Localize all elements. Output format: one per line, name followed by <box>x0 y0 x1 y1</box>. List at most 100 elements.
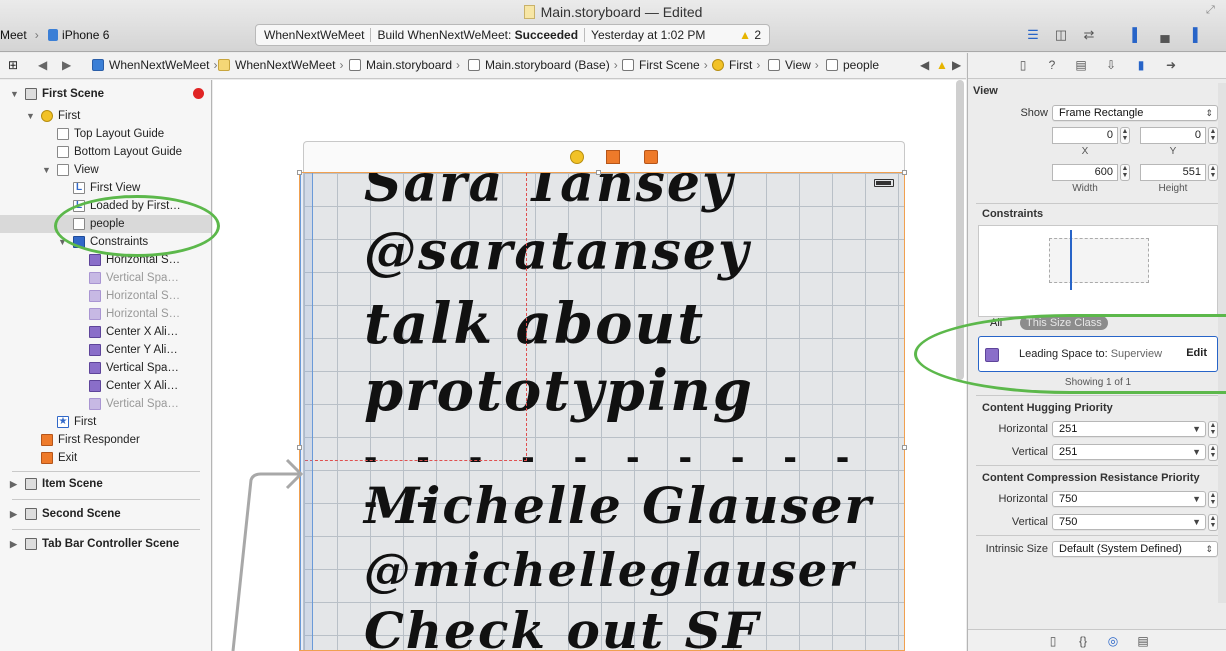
attributes-inspector-icon[interactable]: ⇩ <box>1104 58 1118 72</box>
compression-horizontal-stepper[interactable]: ▲ ▼ <box>1208 491 1218 508</box>
disclosure-closed-icon[interactable]: ▶ <box>10 475 17 493</box>
code-snippet-library-icon[interactable]: {} <box>1076 634 1090 648</box>
navigator-toggle-icon[interactable]: ▌ <box>1124 24 1150 46</box>
jumpbar-item-group[interactable]: WhenNextWeMeet › <box>218 58 347 72</box>
assistant-editor-icon[interactable]: ◫ <box>1048 24 1074 46</box>
edit-constraint-button[interactable]: Edit <box>1186 347 1207 359</box>
jumpbar-item-imageview[interactable]: people <box>826 58 879 72</box>
view-controller-icon[interactable] <box>570 150 584 164</box>
outline-row-constraint[interactable]: Vertical Spa… <box>0 395 211 413</box>
jumpbar-item-storyboard-base[interactable]: Main.storyboard (Base) › <box>468 58 622 72</box>
issue-warning-icon[interactable]: ▲ <box>936 58 948 72</box>
x-stepper[interactable]: ▲ ▼ <box>1120 127 1130 144</box>
view-controller-view[interactable]: Sara Tansey @saratansey talk about proto… <box>303 173 905 651</box>
jumpbar-item-controller[interactable]: First › <box>712 58 764 72</box>
debug-area-toggle-icon[interactable]: ▄ <box>1152 24 1178 46</box>
object-library-icon[interactable]: ◎ <box>1106 634 1120 648</box>
canvas-scrollbar[interactable] <box>956 80 964 380</box>
inspector-scrollbar[interactable] <box>1218 83 1226 603</box>
storyboard-canvas[interactable]: Sara Tansey @saratansey talk about proto… <box>213 80 966 651</box>
outline-row-constraint[interactable]: Center X Ali… <box>0 323 211 341</box>
filter-size-class-button[interactable]: This Size Class <box>1020 316 1108 330</box>
hugging-vertical-stepper[interactable]: ▲ ▼ <box>1208 444 1218 461</box>
outline-row-constraint[interactable]: Center Y Ali… <box>0 341 211 359</box>
y-field[interactable]: 0 <box>1140 127 1206 144</box>
error-badge-icon[interactable] <box>193 88 204 99</box>
related-items-icon[interactable]: ⊞ <box>8 58 18 72</box>
width-field[interactable]: 600 <box>1052 164 1118 181</box>
device-name[interactable]: iPhone 6 <box>62 28 109 42</box>
outline-row-exit[interactable]: Exit <box>0 449 211 467</box>
outline-row-constraint[interactable]: Horizontal S… <box>0 305 211 323</box>
back-arrow-icon[interactable]: ◀ <box>38 58 47 72</box>
standard-editor-icon[interactable]: ☰ <box>1020 24 1046 46</box>
disclosure-open-icon[interactable]: ▼ <box>58 233 67 251</box>
disclosure-open-icon[interactable]: ▼ <box>10 85 19 103</box>
jumpbar-item-scene[interactable]: First Scene › <box>622 58 712 72</box>
disclosure-open-icon[interactable]: ▼ <box>42 161 51 179</box>
width-stepper[interactable]: ▲ ▼ <box>1120 164 1130 181</box>
height-field[interactable]: 551 <box>1140 164 1206 181</box>
segue-arrow[interactable] <box>213 450 313 651</box>
people-image-view[interactable]: Sara Tansey @saratansey talk about proto… <box>304 173 904 651</box>
file-inspector-icon[interactable]: ▯ <box>1016 58 1030 72</box>
outline-row-item-scene[interactable]: ▶ Item Scene <box>0 475 211 493</box>
version-editor-icon[interactable]: ⇄ <box>1076 24 1102 46</box>
filter-all-button[interactable]: All <box>984 316 1008 330</box>
height-stepper[interactable]: ▲ ▼ <box>1208 164 1218 181</box>
fullscreen-icon[interactable]: ⤢ <box>1206 4 1218 16</box>
jumpbar-item-view[interactable]: View › <box>768 58 823 72</box>
warning-count[interactable]: ▲ 2 <box>739 25 761 45</box>
disclosure-open-icon[interactable]: ▼ <box>26 107 35 125</box>
quick-help-icon[interactable]: ? <box>1045 58 1059 72</box>
show-popup[interactable]: Frame Rectangle ⇕ <box>1052 105 1218 121</box>
hugging-horizontal-combo[interactable]: 251 ▼ <box>1052 421 1206 437</box>
outline-row-tab-bar-item[interactable]: ★ First <box>0 413 211 431</box>
outline-row-first-scene[interactable]: ▼ First Scene <box>0 85 211 103</box>
outline-row-tab-bar-controller-scene[interactable]: ▶ Tab Bar Controller Scene <box>0 535 211 553</box>
compression-horizontal-combo[interactable]: 750 ▼ <box>1052 491 1206 507</box>
outline-row-second-scene[interactable]: ▶ Second Scene <box>0 505 211 523</box>
activity-viewer[interactable]: WhenNextWeMeet Build WhenNextWeMeet: Succ… <box>255 24 770 46</box>
outline-row-first-responder[interactable]: First Responder <box>0 431 211 449</box>
hugging-horizontal-stepper[interactable]: ▲ ▼ <box>1208 421 1218 438</box>
next-issue-icon[interactable]: ▶ <box>952 58 961 72</box>
outline-row-constraint[interactable]: Horizontal S… <box>0 287 211 305</box>
outline-row-first-view-label[interactable]: L First View <box>0 179 211 197</box>
scene-dock[interactable] <box>303 141 905 173</box>
utilities-toggle-icon[interactable]: ▐ <box>1180 24 1206 46</box>
jumpbar-item-storyboard[interactable]: Main.storyboard › <box>349 58 464 72</box>
exit-icon[interactable] <box>644 150 658 164</box>
media-library-icon[interactable]: ▤ <box>1136 634 1150 648</box>
constraints-diagram[interactable] <box>978 225 1218 317</box>
first-responder-icon[interactable] <box>606 150 620 164</box>
disclosure-closed-icon[interactable]: ▶ <box>10 535 17 553</box>
outline-row-first-controller[interactable]: ▼ First <box>0 107 211 125</box>
outline-row-view[interactable]: ▼ View <box>0 161 211 179</box>
outline-row-constraints[interactable]: ▼ Constraints <box>0 233 211 251</box>
hugging-vertical-combo[interactable]: 251 ▼ <box>1052 444 1206 460</box>
scheme-name[interactable]: Meet <box>0 28 35 42</box>
outline-row-top-layout-guide[interactable]: Top Layout Guide <box>0 125 211 143</box>
outline-row-bottom-layout-guide[interactable]: Bottom Layout Guide <box>0 143 211 161</box>
outline-row-constraint[interactable]: Horizontal S… <box>0 251 211 269</box>
file-template-library-icon[interactable]: ▯ <box>1046 634 1060 648</box>
constraint-list-item[interactable]: Leading Space to: Superview Edit <box>978 336 1218 372</box>
outline-row-people-imageview[interactable]: people <box>0 215 211 233</box>
prev-issue-icon[interactable]: ◀ <box>920 58 929 72</box>
intrinsic-size-popup[interactable]: Default (System Defined) ⇕ <box>1052 541 1218 557</box>
compression-vertical-stepper[interactable]: ▲ ▼ <box>1208 514 1218 531</box>
identity-inspector-icon[interactable]: ▤ <box>1074 58 1088 72</box>
jumpbar-item-project[interactable]: WhenNextWeMeet › <box>92 58 221 72</box>
connections-inspector-icon[interactable]: ➜ <box>1164 58 1178 72</box>
forward-arrow-icon[interactable]: ▶ <box>62 58 71 72</box>
disclosure-closed-icon[interactable]: ▶ <box>10 505 17 523</box>
scheme-selector[interactable]: Meet › iPhone 6 <box>0 28 109 42</box>
outline-row-constraint[interactable]: Vertical Spa… <box>0 359 211 377</box>
y-stepper[interactable]: ▲ ▼ <box>1208 127 1218 144</box>
outline-row-constraint[interactable]: Center X Ali… <box>0 377 211 395</box>
x-field[interactable]: 0 <box>1052 127 1118 144</box>
compression-vertical-combo[interactable]: 750 ▼ <box>1052 514 1206 530</box>
outline-row-constraint[interactable]: Vertical Spa… <box>0 269 211 287</box>
size-inspector-icon[interactable]: ▮ <box>1134 58 1148 72</box>
